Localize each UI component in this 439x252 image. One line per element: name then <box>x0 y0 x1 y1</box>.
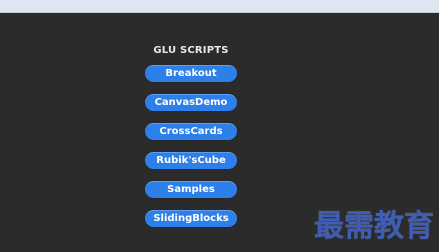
page-title: GLU SCRIPTS <box>153 45 229 56</box>
window-top-bar <box>0 0 439 13</box>
watermark-text: 最需教育 <box>314 209 434 244</box>
script-button-breakout[interactable]: Breakout <box>145 65 237 82</box>
script-button-canvasdemo[interactable]: CanvasDemo <box>145 94 237 111</box>
script-button-slidingblocks[interactable]: SlidingBlocks <box>145 210 237 227</box>
script-button-rubikscube[interactable]: Rubik'sCube <box>145 152 237 169</box>
script-button-crosscards[interactable]: CrossCards <box>145 123 237 140</box>
script-list: Breakout CanvasDemo CrossCards Rubik'sCu… <box>145 65 237 227</box>
script-button-samples[interactable]: Samples <box>145 181 237 198</box>
